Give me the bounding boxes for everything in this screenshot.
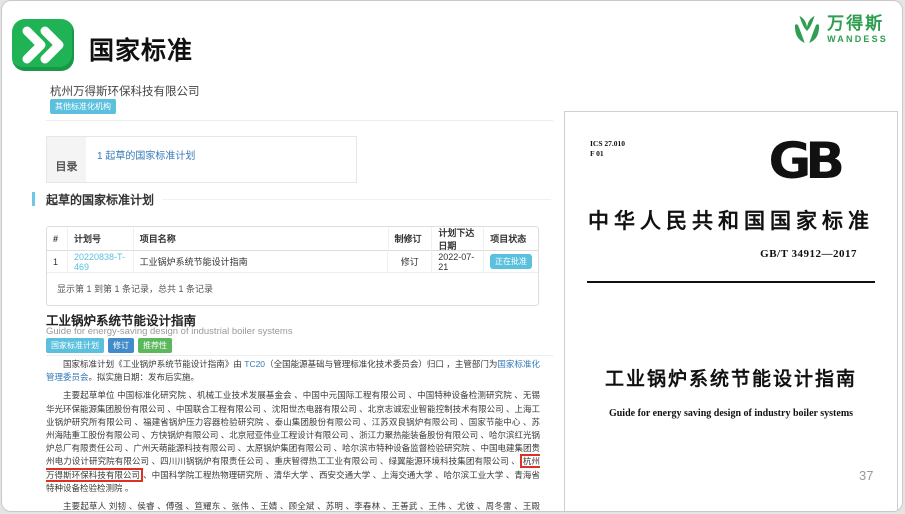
section-title: 起草的国家标准计划 [46,191,154,208]
brand-name-cn: 万得斯 [827,15,888,32]
cell-project-name: 工业锅炉系统节能设计指南 [133,251,388,273]
document-cover: ICS 27.010 F 01 GB 中华人民共和国国家标准 GB/T 3491… [564,111,898,512]
standard-number: GB/T 34912—2017 [760,248,857,260]
company-type-badge: 其他标准化机构 [50,99,116,114]
p1-text: （全国能源基础与管理标准化技术委员会）归口 ，主管部门为 [265,359,497,369]
table-row: 1 20220838-T-469 工业锅炉系统节能设计指南 修订 2022-07… [47,251,538,273]
standard-subtitle-en: Guide for energy-saving design of indust… [46,326,293,337]
divider [46,355,553,356]
toc-link[interactable]: 1 起草的国家标准计划 [86,137,195,182]
chevron-glyphs [19,25,67,65]
brand-logo: 万得斯 WANDESS [792,13,888,46]
cover-doc-subtitle-en: Guide for energy saving design of indust… [565,408,897,419]
col-header-project-name: 项目名称 [133,227,388,251]
paragraph-drafters: 主要起草人 刘韧 、侯睿 、傅强 、笪耀东 、张伟 、王婧 、顾全斌 、苏明 、… [46,500,540,512]
tag-revision: 修订 [108,338,134,353]
table-footer-text: 显示第 1 到第 1 条记录，总共 1 条记录 [47,273,538,305]
webpage-panel: 杭州万得斯环保科技有限公司 其他标准化机构 目录 1 起草的国家标准计划 起草的… [32,79,553,509]
paragraph-overview: 国家标准计划《工业锅炉系统节能设计指南》由 TC20（全国能源基础与管理标准化技… [46,358,540,384]
brand-text: 万得斯 WANDESS [827,15,888,44]
col-header-plan-no: 计划号 [67,227,133,251]
standard-description: 国家标准计划《工业锅炉系统节能设计指南》由 TC20（全国能源基础与管理标准化技… [46,358,540,512]
cell-revision: 修订 [387,251,431,273]
page-number: 37 [859,468,873,483]
col-header-index: # [47,227,67,251]
section-rule [162,199,551,200]
gb-logo: GB [768,136,839,186]
section-accent-bar [32,192,35,206]
p1-text: 国家标准计划《工业锅炉系统节能设计指南》由 [63,359,244,369]
cover-doc-title: 工业锅炉系统节能设计指南 [565,364,897,391]
divider [46,120,553,121]
leaf-icon [792,13,822,46]
toc-label: 目录 [47,137,86,182]
col-header-status: 项目状态 [483,227,538,251]
p1-text: 。拟实施日期：发布后实施。 [89,372,200,382]
plan-number-link[interactable]: 20220838-T-469 [74,252,127,272]
toc-box: 目录 1 起草的国家标准计划 [46,136,357,183]
col-header-issue-date: 计划下达日期 [431,227,483,251]
p2-text: 主要起草单位 中国标准化研究院 、机械工业技术发展基金会 、中国中元国际工程有限… [46,390,540,466]
status-badge: 正在批准 [490,254,532,269]
cover-title: 中华人民共和国国家标准 [565,205,897,235]
page-title: 国家标准 [89,31,193,67]
paragraph-drafting-units: 主要起草单位 中国标准化研究院 、机械工业技术发展基金会 、中国中元国际工程有限… [46,389,540,495]
standard-tags: 国家标准计划 修订 推荐性 [46,338,172,353]
tc20-link[interactable]: TC20 [244,359,265,369]
cover-divider [587,281,875,283]
tag-national-plan: 国家标准计划 [46,338,104,353]
tag-recommended: 推荐性 [138,338,172,353]
table-header-row: # 计划号 项目名称 制修订 计划下达日期 项目状态 [47,227,538,251]
ics-line2: F 01 [590,149,625,159]
company-name: 杭州万得斯环保科技有限公司 [50,83,200,99]
cell-index: 1 [47,251,67,273]
p3-text: 主要起草人 刘韧 、侯睿 、傅强 、笪耀东 、张伟 、王婧 、顾全斌 、苏明 、… [46,501,540,512]
double-chevron-icon [12,19,74,71]
cell-issue-date: 2022-07-21 [431,251,483,273]
ics-line1: ICS 27.010 [590,139,625,149]
brand-name-en: WANDESS [827,35,888,44]
plans-table: # 计划号 项目名称 制修订 计划下达日期 项目状态 1 20220838-T-… [46,226,539,306]
col-header-revision: 制修订 [388,227,432,251]
slide: 国家标准 万得斯 WANDESS 杭州万得斯环保科技有限公司 其他标准化机构 目… [1,0,903,512]
ics-code: ICS 27.010 F 01 [590,139,625,159]
